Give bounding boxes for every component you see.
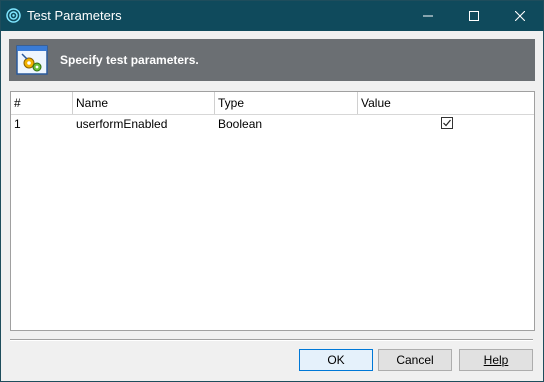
column-header-value[interactable]: Value [358, 92, 534, 114]
maximize-icon [469, 11, 479, 21]
parameters-icon [16, 45, 48, 75]
divider [10, 339, 533, 341]
maximize-button[interactable] [451, 1, 497, 31]
parameters-grid[interactable]: # Name Type Value 1 userformEnabled Bool… [10, 91, 535, 331]
minimize-icon [423, 15, 433, 17]
table-row[interactable]: 1 userformEnabled Boolean [11, 115, 534, 133]
window-title: Test Parameters [27, 8, 122, 23]
close-button[interactable] [497, 1, 543, 31]
value-checkbox[interactable] [441, 117, 453, 129]
header-title: Specify test parameters. [60, 53, 199, 67]
ok-button[interactable]: OK [299, 349, 373, 371]
column-header-type[interactable]: Type [215, 92, 358, 114]
minimize-button[interactable] [405, 1, 451, 31]
column-header-index[interactable]: # [11, 92, 73, 114]
test-parameters-dialog: Test Parameters Specify test parameters.… [0, 0, 544, 382]
help-button[interactable]: Help [459, 349, 533, 371]
title-bar[interactable]: Test Parameters [1, 1, 543, 31]
close-icon [515, 11, 525, 21]
row-name[interactable]: userformEnabled [73, 115, 215, 133]
header-banner: Specify test parameters. [9, 39, 535, 81]
row-index: 1 [14, 117, 21, 131]
help-button-label: Help [483, 353, 509, 367]
column-header-name[interactable]: Name [73, 92, 215, 114]
grid-header: # Name Type Value [11, 92, 534, 115]
app-icon [6, 8, 21, 23]
checkmark-icon [443, 119, 451, 127]
cancel-button[interactable]: Cancel [378, 349, 452, 371]
row-type[interactable]: Boolean [215, 115, 358, 133]
